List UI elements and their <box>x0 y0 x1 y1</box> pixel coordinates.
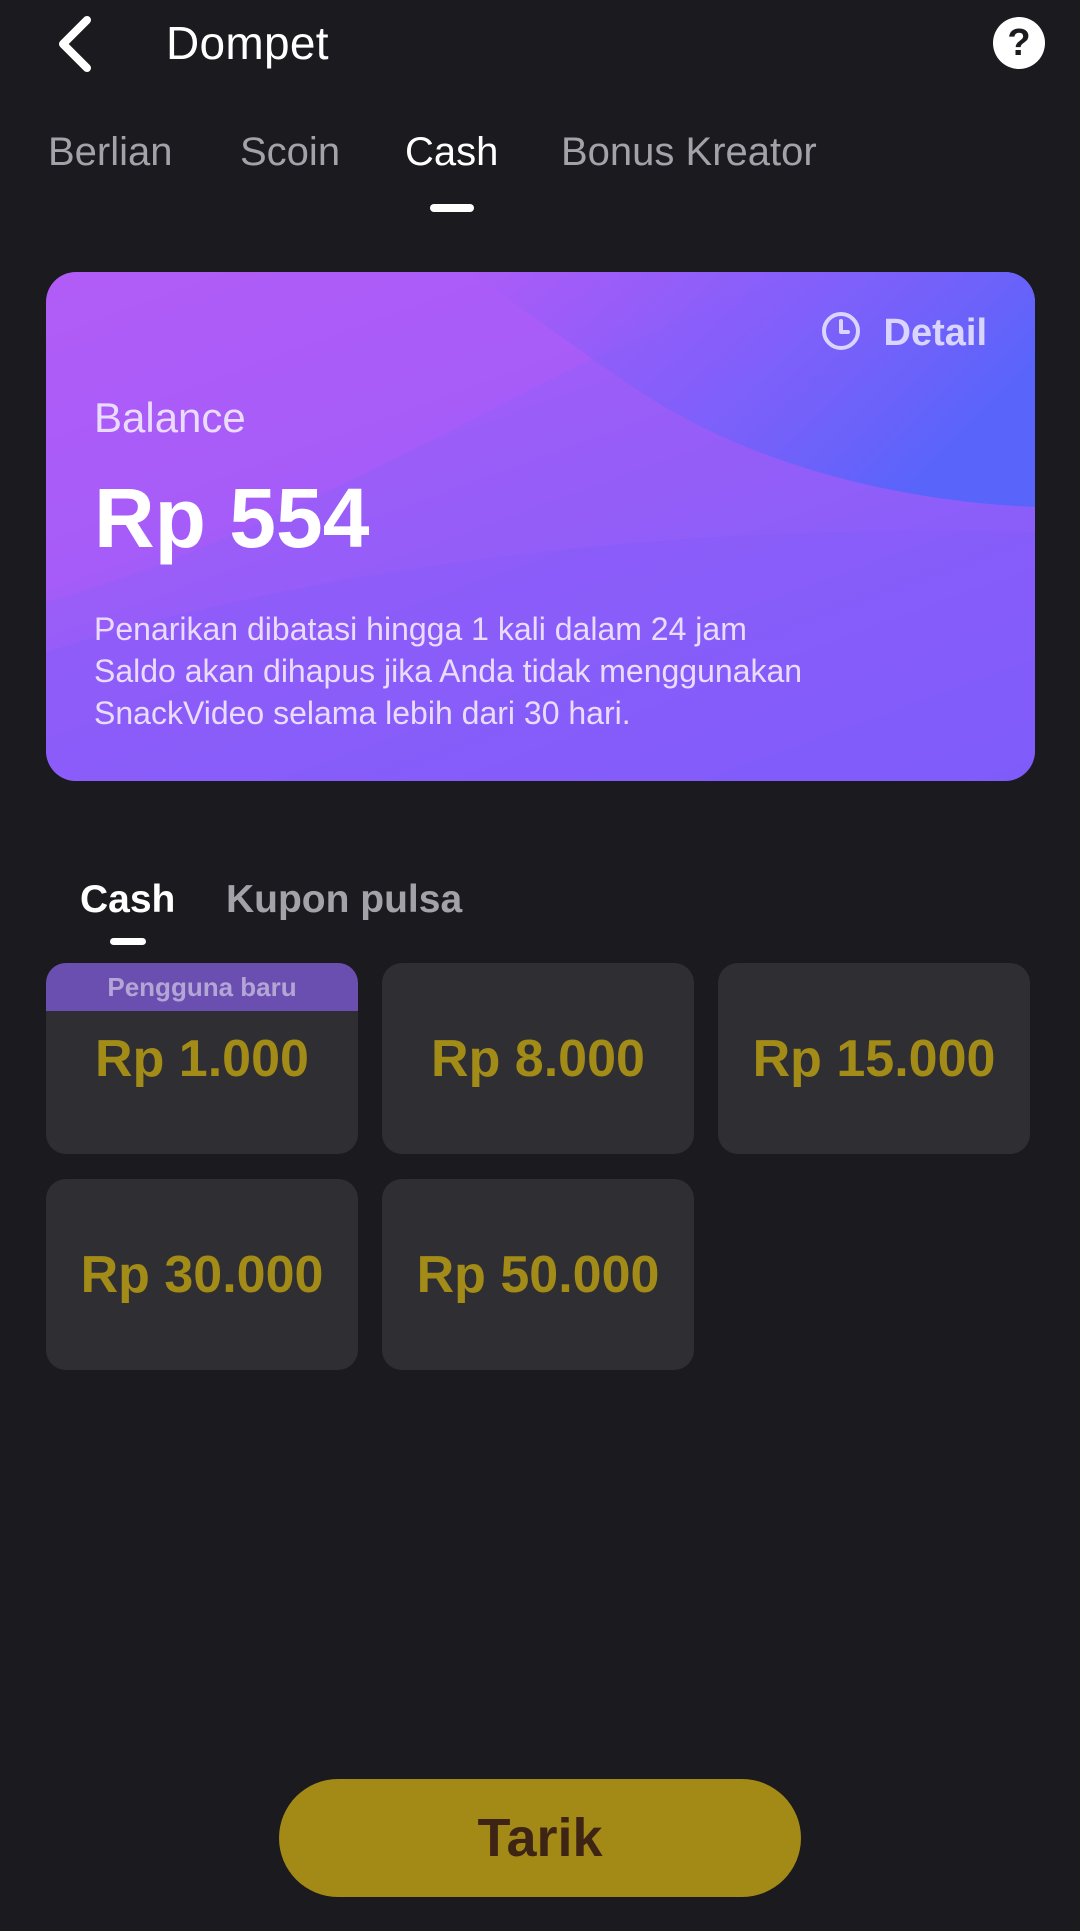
tab-label: Kupon pulsa <box>226 878 463 921</box>
note-line: SnackVideo selama lebih dari 30 hari. <box>94 695 631 731</box>
tab-scoin[interactable]: Scoin <box>240 130 340 175</box>
tab-label: Berlian <box>48 130 173 174</box>
amount-value: Rp 1.000 <box>95 1029 309 1088</box>
balance-value: Rp 554 <box>94 471 370 565</box>
withdraw-label: Tarik <box>477 1808 603 1868</box>
subtab-cash[interactable]: Cash <box>80 878 176 945</box>
tab-label: Scoin <box>240 130 341 174</box>
app-header: Dompet ? <box>0 0 1080 95</box>
wallet-tabs: Berlian Scoin Cash Bonus Kreator <box>0 130 1080 220</box>
tab-label: Cash <box>80 878 176 921</box>
subtab-kupon-pulsa[interactable]: Kupon pulsa <box>226 878 462 922</box>
amount-value: Rp 8.000 <box>431 1029 645 1088</box>
amount-value: Rp 15.000 <box>752 1029 996 1088</box>
amount-option-30000[interactable]: Rp 30.000 <box>46 1179 358 1370</box>
tab-cash[interactable]: Cash <box>405 130 499 212</box>
new-user-badge: Pengguna baru <box>46 963 358 1011</box>
tab-label: Bonus Kreator <box>561 130 817 174</box>
active-tab-indicator <box>109 938 146 945</box>
amount-value: Rp 50.000 <box>416 1245 660 1304</box>
question-mark-icon: ? <box>1007 21 1031 64</box>
balance-notes: Penarikan dibatasi hingga 1 kali dalam 2… <box>94 608 802 734</box>
active-tab-indicator <box>429 204 474 212</box>
page-title: Dompet <box>166 17 329 69</box>
withdraw-button[interactable]: Tarik <box>279 1779 801 1897</box>
balance-label: Balance <box>94 394 246 441</box>
amount-option-50000[interactable]: Rp 50.000 <box>382 1179 694 1370</box>
amount-option-1000[interactable]: Pengguna baru Rp 1.000 <box>46 963 358 1154</box>
help-button[interactable]: ? <box>993 17 1045 69</box>
tab-bonus-kreator[interactable]: Bonus Kreator <box>561 130 817 175</box>
note-line: Penarikan dibatasi hingga 1 kali dalam 2… <box>94 611 747 647</box>
balance-card: Detail Balance Rp 554 Penarikan dibatasi… <box>46 272 1035 781</box>
tab-berlian[interactable]: Berlian <box>48 130 173 175</box>
clock-icon <box>820 310 862 357</box>
amount-value: Rp 30.000 <box>80 1245 324 1304</box>
note-line: Saldo akan dihapus jika Anda tidak mengg… <box>94 653 803 689</box>
amount-option-8000[interactable]: Rp 8.000 <box>382 963 694 1154</box>
chevron-left-icon <box>55 14 95 79</box>
back-button[interactable] <box>40 6 110 86</box>
withdraw-type-tabs: Cash Kupon pulsa <box>0 878 1080 948</box>
tab-label: Cash <box>405 130 499 174</box>
amount-option-15000[interactable]: Rp 15.000 <box>718 963 1030 1154</box>
detail-label: Detail <box>883 312 987 354</box>
wallet-page: Dompet ? Berlian Scoin Cash Bonus Kreato… <box>0 0 1080 1931</box>
detail-link[interactable]: Detail <box>820 310 987 357</box>
